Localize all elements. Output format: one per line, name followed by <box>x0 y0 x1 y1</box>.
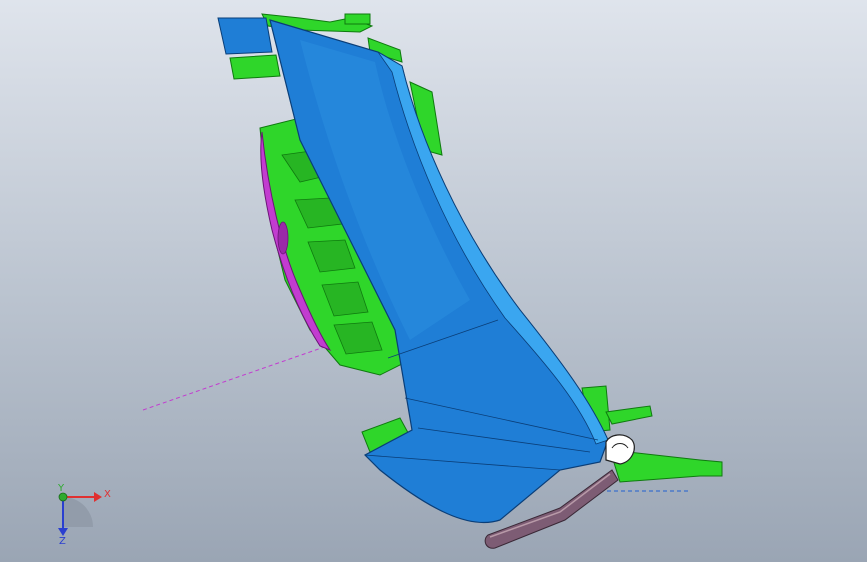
y-axis-label: Y <box>57 483 65 494</box>
magenta-dashed-line <box>142 344 331 411</box>
model-scene[interactable]: X Y Z <box>0 0 867 562</box>
x-axis-label: X <box>104 489 111 500</box>
z-axis-label: Z <box>59 536 66 547</box>
axis-triad: X Y Z <box>57 483 111 547</box>
graphics-viewport[interactable]: X Y Z <box>0 0 867 562</box>
y-axis-dot <box>58 492 68 502</box>
triad-shadow <box>63 497 93 527</box>
